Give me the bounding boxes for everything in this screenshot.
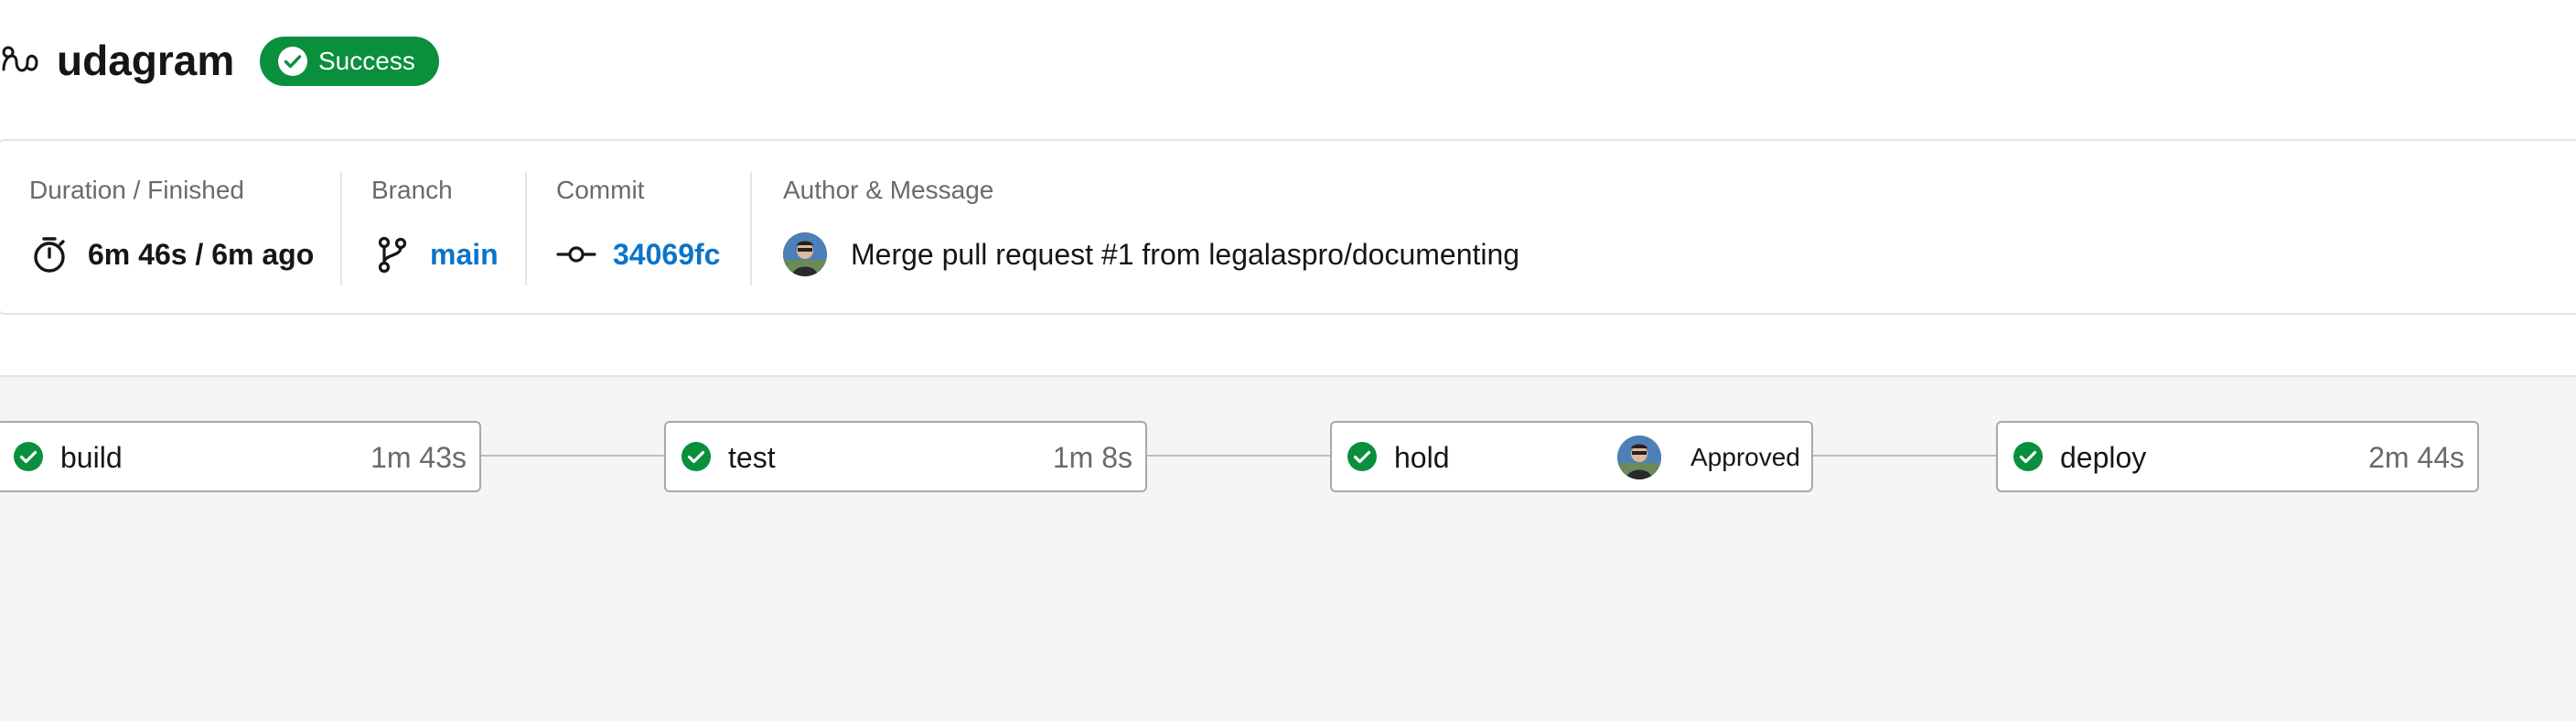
divider [750,172,752,285]
branch-label: Branch [371,176,453,204]
job-duration: 2m 44s [2368,441,2464,474]
job-duration: 1m 43s [370,441,467,474]
status-badge-label: Success [318,47,415,75]
commit-label: Commit [556,176,645,204]
branch-icon [378,236,407,274]
timer-icon [34,237,65,273]
commit-link[interactable]: 34069fc [613,238,720,272]
job-deploy[interactable]: deploy 2m 44s [1996,421,2479,492]
commit-icon [556,246,596,263]
divider [525,172,527,285]
check-circle-icon [278,47,307,76]
workflow-icon [2,46,38,72]
status-badge: Success [260,37,439,86]
success-check-icon [1347,442,1377,471]
job-test[interactable]: test 1m 8s [664,421,1147,492]
success-check-icon [682,442,711,471]
spacer-band [0,317,2576,377]
approver-avatar [1617,436,1661,479]
pipeline-header: udagram Success [0,0,2576,139]
commit-message: Merge pull request #1 from legalaspro/do… [851,237,1520,271]
job-hold[interactable]: hold Approved [1330,421,1813,492]
job-connector [481,455,664,457]
pipeline-info-card: Duration / Finished 6m 46s / 6m ago Bran… [0,139,2576,315]
job-connector [1813,455,1996,457]
job-build[interactable]: build 1m 43s [0,421,481,492]
approval-status: Approved [1690,443,1800,471]
branch-link[interactable]: main [430,238,499,272]
success-check-icon [2013,442,2043,471]
job-duration: 1m 8s [1052,441,1132,474]
duration-label: Duration / Finished [29,176,245,204]
divider [340,172,342,285]
success-check-icon [14,442,43,471]
job-name: test [728,441,776,474]
author-label: Author & Message [783,176,994,204]
duration-value: 6m 46s / 6m ago [88,237,315,271]
job-connector [1147,455,1330,457]
job-name: deploy [2060,441,2147,474]
job-name: hold [1394,441,1450,474]
job-name: build [60,441,123,474]
pipeline-title: udagram [57,37,235,84]
author-avatar[interactable] [783,232,827,276]
